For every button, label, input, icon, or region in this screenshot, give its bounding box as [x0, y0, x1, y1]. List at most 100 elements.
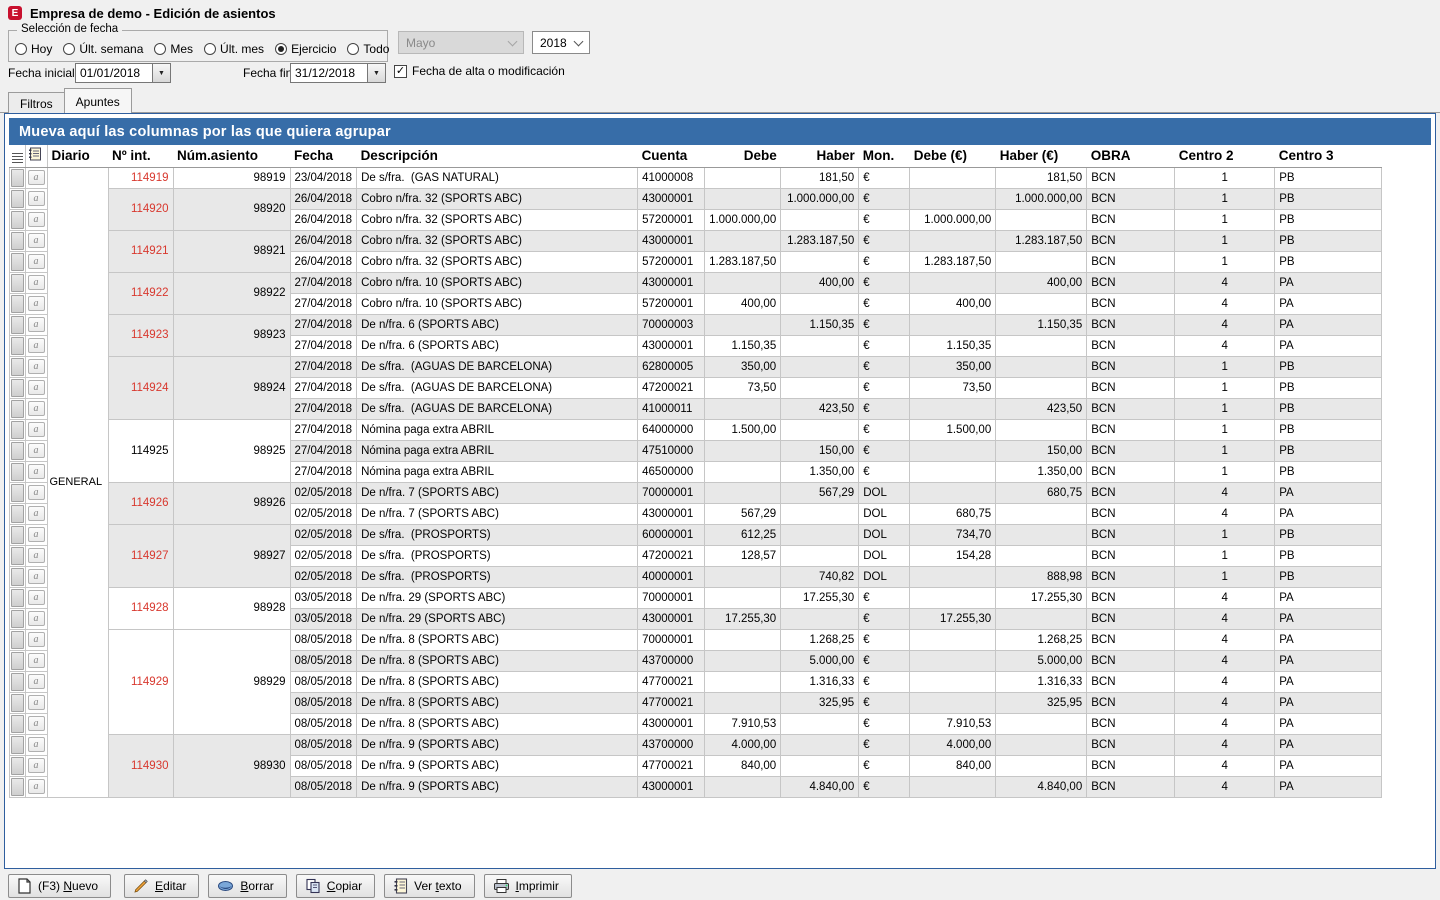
cell-debe-eur[interactable]: 734,70 — [910, 524, 996, 545]
cell-debe-eur[interactable]: 840,00 — [910, 755, 996, 776]
cell-fecha[interactable]: 27/04/2018 — [290, 398, 357, 419]
row-selector[interactable] — [10, 335, 26, 356]
cell-haber[interactable]: 1.150,35 — [781, 314, 859, 335]
entry-note-button[interactable]: a — [25, 734, 47, 755]
cell-descripcion[interactable]: De n/fra. 7 (SPORTS ABC) — [357, 482, 638, 503]
cell-haber-eur[interactable]: 680,75 — [996, 482, 1087, 503]
entry-note-button[interactable]: a — [25, 503, 47, 524]
cell-debe-eur[interactable]: 4.000,00 — [910, 734, 996, 755]
editar-button[interactable]: Editar — [124, 874, 199, 898]
cell-debe-eur[interactable] — [910, 692, 996, 713]
cell-cuenta[interactable]: 46500000 — [638, 461, 705, 482]
cell-moneda[interactable]: DOL — [859, 545, 910, 566]
cell-obra[interactable]: BCN — [1087, 545, 1175, 566]
row-selector[interactable] — [10, 713, 26, 734]
row-selector[interactable] — [10, 356, 26, 377]
cell-haber-eur[interactable] — [996, 545, 1087, 566]
cell-debe-eur[interactable]: 154,28 — [910, 545, 996, 566]
row-selector[interactable] — [10, 482, 26, 503]
cell-fecha[interactable]: 27/04/2018 — [290, 440, 357, 461]
cell-centro-2[interactable]: 1 — [1175, 398, 1275, 419]
cell-haber[interactable]: 17.255,30 — [781, 587, 859, 608]
cell-cuenta[interactable]: 47200021 — [638, 545, 705, 566]
row-selector[interactable] — [10, 230, 26, 251]
cell-debe-eur[interactable] — [910, 776, 996, 797]
cell-descripcion[interactable]: De s/fra. (PROSPORTS) — [357, 524, 638, 545]
cell-haber-eur[interactable]: 5.000,00 — [996, 650, 1087, 671]
cell-centro-2[interactable]: 1 — [1175, 230, 1275, 251]
cell-debe-eur[interactable]: 400,00 — [910, 293, 996, 314]
table-row[interactable]: a1149259892527/04/2018Nómina paga extra … — [10, 419, 1382, 440]
row-selector[interactable] — [10, 755, 26, 776]
cell-haber[interactable] — [781, 755, 859, 776]
cell-obra[interactable]: BCN — [1087, 671, 1175, 692]
cell-haber-eur[interactable]: 888,98 — [996, 566, 1087, 587]
row-selector[interactable] — [10, 251, 26, 272]
col-header-mon[interactable]: Mon. — [859, 145, 910, 167]
cell-debe[interactable] — [705, 230, 781, 251]
cell-descripcion[interactable]: Nómina paga extra ABRIL — [357, 440, 638, 461]
cell-centro-2[interactable]: 1 — [1175, 440, 1275, 461]
cell-num-interno[interactable]: 114930 — [108, 734, 173, 797]
cell-haber-eur[interactable] — [996, 755, 1087, 776]
cell-fecha[interactable]: 02/05/2018 — [290, 524, 357, 545]
cell-moneda[interactable]: € — [859, 314, 910, 335]
cell-cuenta[interactable]: 70000003 — [638, 314, 705, 335]
cell-obra[interactable]: BCN — [1087, 461, 1175, 482]
cell-debe-eur[interactable] — [910, 482, 996, 503]
cell-moneda[interactable]: DOL — [859, 566, 910, 587]
cell-moneda[interactable]: DOL — [859, 503, 910, 524]
cell-haber[interactable] — [781, 419, 859, 440]
cell-haber[interactable]: 1.000.000,00 — [781, 188, 859, 209]
cell-cuenta[interactable]: 47200021 — [638, 377, 705, 398]
cell-debe-eur[interactable] — [910, 230, 996, 251]
cell-obra[interactable]: BCN — [1087, 650, 1175, 671]
month-select[interactable]: Mayo — [398, 31, 524, 54]
cell-debe-eur[interactable]: 73,50 — [910, 377, 996, 398]
cell-obra[interactable]: BCN — [1087, 398, 1175, 419]
row-selector[interactable] — [10, 503, 26, 524]
cell-centro-2[interactable]: 4 — [1175, 314, 1275, 335]
radio--lt-semana[interactable]: Últ. semana — [63, 42, 143, 56]
radio-hoy[interactable]: Hoy — [15, 42, 52, 56]
cell-fecha[interactable]: 26/04/2018 — [290, 230, 357, 251]
copiar-button[interactable]: Copiar — [296, 874, 375, 898]
cell-moneda[interactable]: € — [859, 209, 910, 230]
cell-num-asiento[interactable]: 98926 — [173, 482, 290, 524]
cell-debe[interactable] — [705, 398, 781, 419]
entry-note-button[interactable]: a — [25, 167, 47, 188]
cell-haber[interactable] — [781, 335, 859, 356]
table-row[interactable]: a1149269892602/05/2018De n/fra. 7 (SPORT… — [10, 482, 1382, 503]
cell-debe[interactable]: 1.000.000,00 — [705, 209, 781, 230]
cell-centro-2[interactable]: 1 — [1175, 419, 1275, 440]
cell-debe-eur[interactable]: 1.150,35 — [910, 335, 996, 356]
cell-centro-3[interactable]: PA — [1275, 503, 1382, 524]
cell-moneda[interactable]: € — [859, 587, 910, 608]
table-row[interactable]: a1149219892126/04/2018Cobro n/fra. 32 (S… — [10, 230, 1382, 251]
cell-debe-eur[interactable] — [910, 314, 996, 335]
cell-haber[interactable]: 423,50 — [781, 398, 859, 419]
cell-num-interno[interactable]: 114921 — [108, 230, 173, 272]
cell-debe[interactable]: 1.500,00 — [705, 419, 781, 440]
cell-centro-3[interactable]: PB — [1275, 545, 1382, 566]
cell-haber[interactable]: 740,82 — [781, 566, 859, 587]
tab-filtros[interactable]: Filtros — [8, 92, 65, 113]
cell-haber[interactable]: 150,00 — [781, 440, 859, 461]
row-selector[interactable] — [10, 419, 26, 440]
cell-descripcion[interactable]: Cobro n/fra. 10 (SPORTS ABC) — [357, 272, 638, 293]
cell-fecha[interactable]: 08/05/2018 — [290, 629, 357, 650]
cell-moneda[interactable]: € — [859, 398, 910, 419]
table-row[interactable]: a1149309893008/05/2018De n/fra. 9 (SPORT… — [10, 734, 1382, 755]
cell-haber-eur[interactable] — [996, 503, 1087, 524]
cell-obra[interactable]: BCN — [1087, 314, 1175, 335]
cell-moneda[interactable]: € — [859, 167, 910, 188]
row-selector[interactable] — [10, 776, 26, 797]
cell-num-asiento[interactable]: 98922 — [173, 272, 290, 314]
cell-haber-eur[interactable]: 1.268,25 — [996, 629, 1087, 650]
cell-haber-eur[interactable]: 17.255,30 — [996, 587, 1087, 608]
cell-num-interno[interactable]: 114923 — [108, 314, 173, 356]
cell-debe[interactable]: 400,00 — [705, 293, 781, 314]
cell-cuenta[interactable]: 57200001 — [638, 251, 705, 272]
cell-descripcion[interactable]: De n/fra. 8 (SPORTS ABC) — [357, 671, 638, 692]
cell-cuenta[interactable]: 60000001 — [638, 524, 705, 545]
